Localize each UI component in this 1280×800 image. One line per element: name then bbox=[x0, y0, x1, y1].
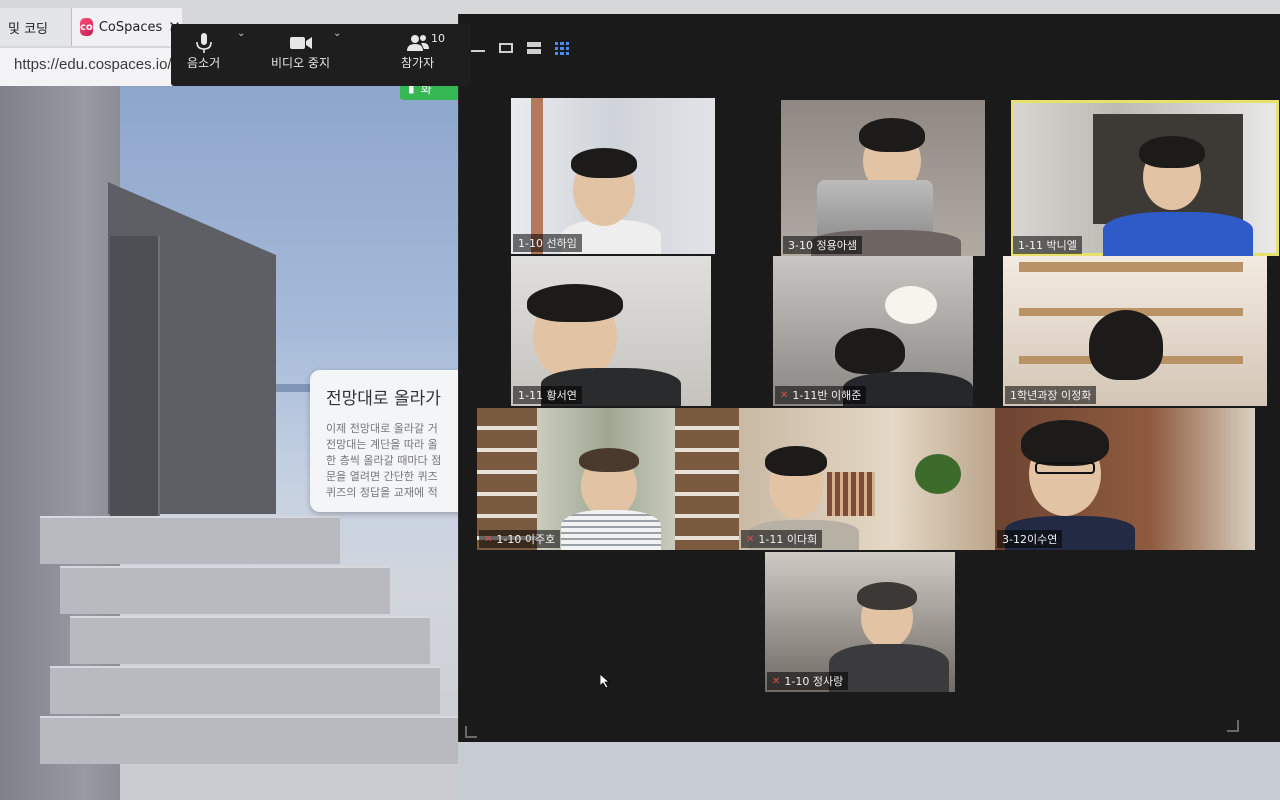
tile-name-label: 1-11 황서연 bbox=[513, 386, 582, 404]
tile-name-label: 3-10 정용아샘 bbox=[783, 236, 862, 254]
video-tile[interactable]: ✕ 1-10 정사랑 bbox=[765, 552, 955, 692]
strip-view-icon[interactable] bbox=[499, 43, 513, 53]
muted-mic-icon: ✕ bbox=[746, 533, 755, 545]
scene-stair bbox=[40, 716, 460, 764]
tab-label: CoSpaces bbox=[98, 19, 163, 35]
tile-name-label: ✕ 1-10 정사랑 bbox=[767, 672, 849, 690]
mute-label: 음소거 bbox=[187, 56, 221, 70]
browser-tab-coding[interactable]: 및 코딩 bbox=[0, 8, 72, 46]
mute-button[interactable]: 음소거 bbox=[187, 32, 220, 71]
minimize-icon[interactable] bbox=[471, 44, 485, 52]
tile-name-label: ✕ 1-11 이다희 bbox=[741, 530, 823, 548]
participants-button[interactable]: 참가자 10 bbox=[401, 32, 445, 71]
muted-mic-icon: ✕ bbox=[484, 533, 493, 545]
video-tile[interactable]: 1-11 박니엘 bbox=[1011, 100, 1279, 256]
chevron-down-icon[interactable]: ⌄ bbox=[237, 28, 245, 39]
video-tile[interactable]: 1-10 선하임 bbox=[511, 98, 715, 254]
video-tile[interactable]: ✕ 1-11 이다희 bbox=[739, 408, 995, 550]
browser-tab-cospaces[interactable]: co CoSpaces ✕ bbox=[72, 8, 182, 46]
zoom-meeting-window: 음소거 ⌄ 비디오 중지 ⌄ 참가자 10 1-10 선하임 3-10 정용아샘… bbox=[171, 14, 1280, 742]
cospaces-logo-icon: co bbox=[80, 18, 93, 36]
mouse-cursor-icon bbox=[600, 674, 610, 688]
resize-handle-icon[interactable] bbox=[465, 726, 477, 738]
url-text: https://edu.cospaces.io/ bbox=[14, 56, 172, 73]
zoom-toolbar: 음소거 ⌄ 비디오 중지 ⌄ 참가자 10 bbox=[171, 24, 569, 86]
participant-count: 10 bbox=[431, 32, 445, 45]
video-tile[interactable]: 1-11 황서연 bbox=[511, 256, 711, 406]
video-tile[interactable]: 3-12이수연 bbox=[995, 408, 1255, 550]
video-tile[interactable]: 3-10 정용아샘 bbox=[781, 100, 985, 256]
microphone-icon bbox=[195, 33, 212, 53]
tile-name-label: 3-12이수연 bbox=[997, 530, 1063, 548]
video-tile[interactable]: ✕ 1-11반 이해준 bbox=[773, 256, 973, 406]
stop-video-button[interactable]: 비디오 중지 bbox=[271, 32, 330, 71]
video-camera-icon bbox=[289, 37, 312, 49]
tile-name-label: ✕ 1-10 이주호 bbox=[479, 530, 561, 548]
muted-mic-icon: ✕ bbox=[772, 675, 781, 687]
video-tile[interactable]: 1학년과장 이정화 bbox=[1003, 256, 1267, 406]
video-tile[interactable]: ✕ 1-10 이주호 bbox=[477, 408, 739, 550]
participants-icon bbox=[406, 35, 429, 51]
scene-stair bbox=[50, 666, 440, 714]
scene-door bbox=[110, 236, 160, 516]
muted-mic-icon: ✕ bbox=[780, 389, 789, 401]
tile-name-label: 1-10 선하임 bbox=[513, 234, 582, 252]
video-label: 비디오 중지 bbox=[271, 56, 331, 70]
tab-label: 및 코딩 bbox=[8, 21, 49, 37]
chevron-down-icon[interactable]: ⌄ bbox=[333, 28, 341, 39]
speaker-view-icon[interactable] bbox=[527, 42, 541, 54]
screen: 및 코딩 co CoSpaces ✕ https://edu.cospaces.… bbox=[0, 0, 1280, 800]
scene-stair bbox=[70, 616, 430, 664]
tile-name-label: 1-11 박니엘 bbox=[1013, 236, 1082, 254]
gallery-view-icon[interactable] bbox=[555, 42, 569, 55]
resize-handle-icon[interactable] bbox=[1227, 720, 1239, 732]
tile-name-label: 1학년과장 이정화 bbox=[1005, 386, 1097, 404]
view-controls bbox=[471, 42, 569, 55]
desktop-background bbox=[458, 742, 1280, 800]
participants-label: 참가자 bbox=[401, 56, 435, 70]
scene-stair bbox=[60, 566, 390, 614]
scene-stair bbox=[40, 516, 340, 564]
tile-name-label: ✕ 1-11반 이해준 bbox=[775, 386, 867, 404]
